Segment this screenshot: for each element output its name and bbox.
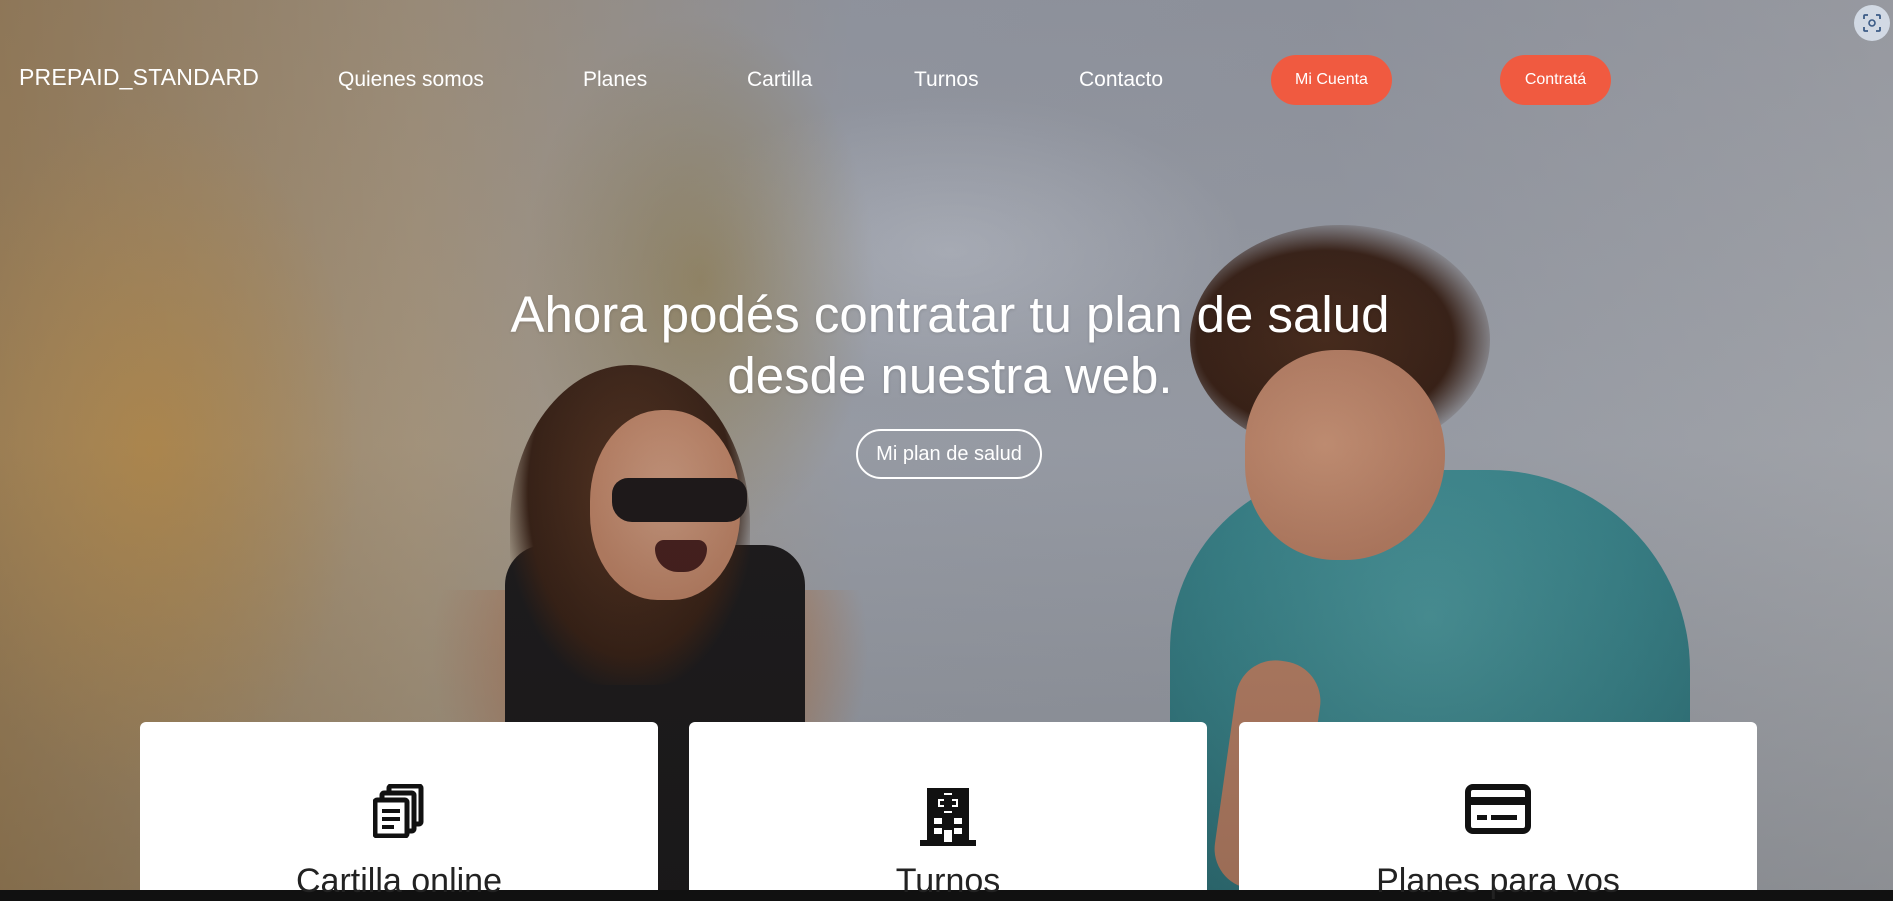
credit-card-icon (1465, 784, 1531, 839)
contract-button[interactable]: Contratá (1500, 55, 1611, 105)
brand-logo[interactable]: PREPAID_STANDARD (19, 64, 259, 91)
documents-icon (372, 783, 425, 843)
my-account-button[interactable]: Mi Cuenta (1271, 55, 1392, 105)
hero-headline-line-1: Ahora podés contratar tu plan de salud (510, 286, 1390, 343)
nav-link-turnos[interactable]: Turnos (914, 68, 979, 92)
card-label: Planes para vos (1376, 862, 1620, 900)
hero-headline-line-2: desde nuestra web. (727, 347, 1173, 404)
card-label: Turnos (895, 862, 1001, 900)
my-health-plan-button[interactable]: Mi plan de salud (856, 429, 1042, 479)
screen-capture-icon[interactable] (1854, 5, 1890, 41)
nav-link-cartilla[interactable]: Cartilla (747, 68, 812, 92)
nav-link-contacto[interactable]: Contacto (1079, 68, 1163, 92)
hero-headline: Ahora podés contratar tu plan de salud d… (400, 284, 1500, 406)
nav-link-planes[interactable]: Planes (583, 68, 647, 92)
hospital-icon (920, 784, 976, 851)
card-planes-para-vos[interactable]: Planes para vos (1239, 722, 1757, 900)
card-cartilla-online[interactable]: Cartilla online (140, 722, 658, 900)
top-navigation: PREPAID_STANDARD Quienes somos Planes Ca… (0, 0, 1893, 160)
nav-link-quienes-somos[interactable]: Quienes somos (338, 68, 484, 92)
card-label: Cartilla online (296, 862, 502, 900)
card-turnos[interactable]: Turnos (689, 722, 1207, 900)
